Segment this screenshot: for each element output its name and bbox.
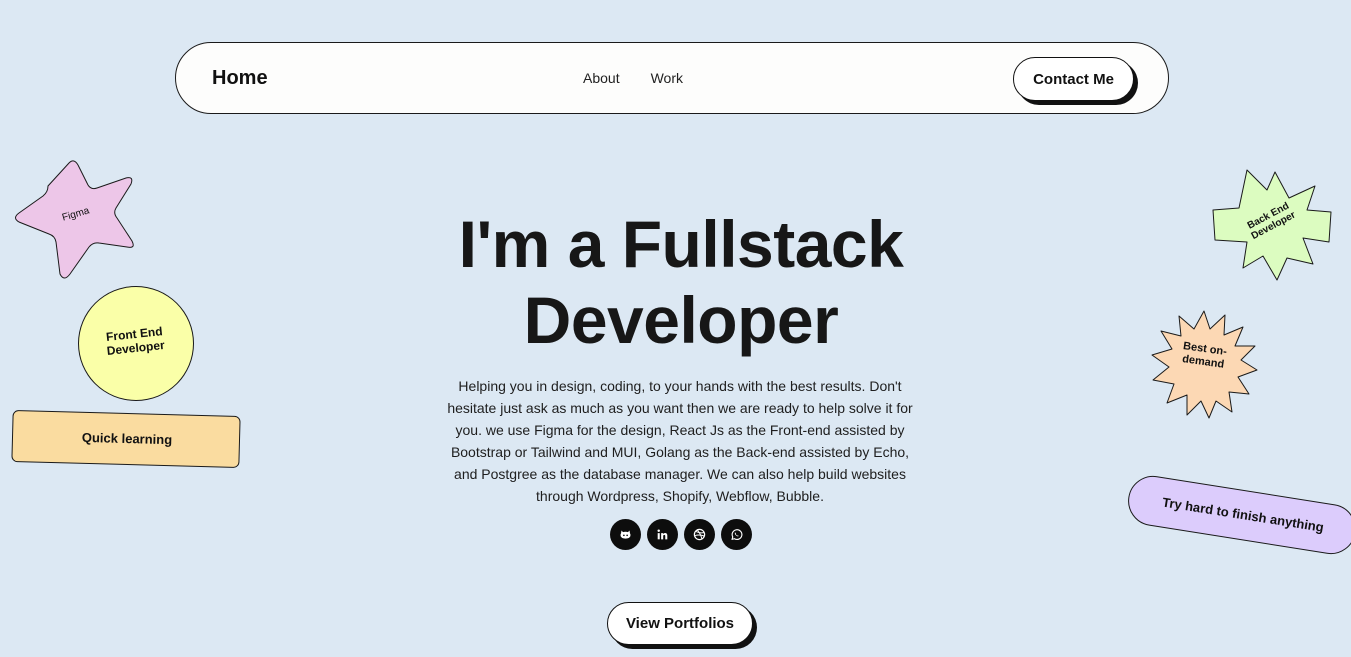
nav-home-link[interactable]: Home	[212, 67, 268, 90]
hero-description: Helping you in design, coding, to your h…	[447, 378, 913, 504]
dribbble-link[interactable]	[684, 519, 715, 550]
linkedin-icon	[657, 529, 668, 540]
linkedin-link[interactable]	[647, 519, 678, 550]
nav-links: About Work	[583, 70, 683, 86]
try-hard-pill-sticker: Try hard to finish anything	[1124, 472, 1351, 558]
best-on-demand-burst-sticker: Best on-demand	[1149, 309, 1259, 419]
hero-title-line2: Developer	[523, 283, 839, 357]
hero-title: I'm a Fullstack Developer	[376, 206, 986, 358]
front-end-circle-sticker: Front End Developer	[78, 286, 194, 401]
view-portfolios-button[interactable]: View Portfolios	[607, 602, 753, 645]
hero-title-line1: I'm a Fullstack	[458, 207, 904, 281]
quick-learning-sticker: Quick learning	[11, 410, 241, 468]
navbar: Home About Work Contact Me	[175, 42, 1169, 114]
dribbble-icon	[693, 528, 706, 541]
nav-about-link[interactable]: About	[583, 70, 620, 86]
try-hard-sticker-label: Try hard to finish anything	[1161, 494, 1325, 535]
front-end-sticker-label: Front End Developer	[105, 324, 166, 358]
quick-learning-sticker-label: Quick learning	[81, 429, 173, 448]
whatsapp-link[interactable]	[721, 519, 752, 550]
github-link[interactable]	[610, 519, 641, 550]
nav-work-link[interactable]: Work	[651, 70, 683, 86]
social-links	[610, 519, 752, 550]
contact-me-button[interactable]: Contact Me	[1013, 57, 1134, 101]
back-end-cross-sticker: Back End Developer	[1211, 168, 1333, 282]
whatsapp-icon	[731, 529, 743, 540]
github-icon	[620, 530, 631, 539]
